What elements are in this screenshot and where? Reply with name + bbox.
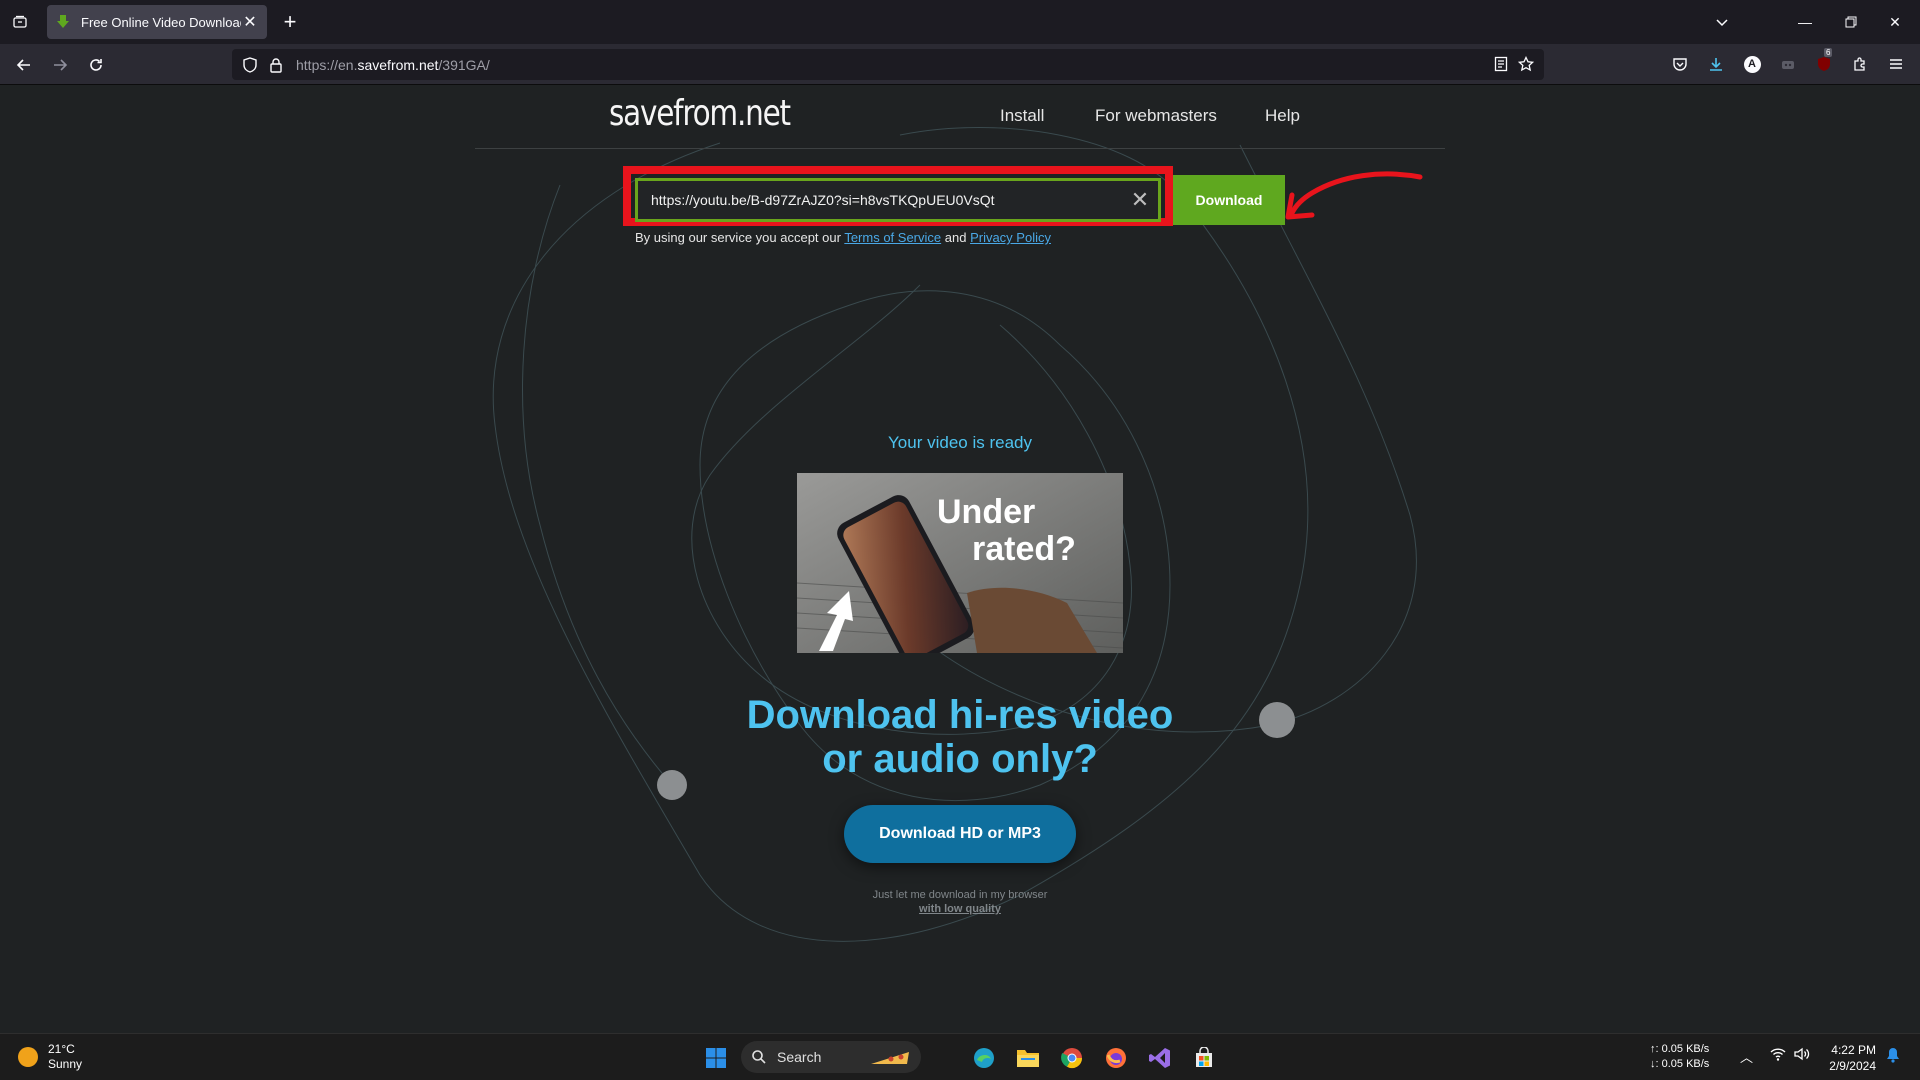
thumb-text-line2: rated? [972, 530, 1076, 568]
terms-of-service-link[interactable]: Terms of Service [844, 230, 941, 245]
sun-icon [18, 1047, 38, 1067]
address-bar[interactable]: https://en.savefrom.net/391GA/ [232, 49, 1544, 80]
download-speed: ↓: 0.05 KB/s [1650, 1058, 1710, 1070]
tab-close-icon[interactable]: ✕ [241, 12, 259, 32]
bookmark-star-icon[interactable] [1516, 54, 1536, 74]
tos-prefix: By using our service you accept our [635, 230, 845, 245]
clock-time: 4:22 PM [1831, 1043, 1876, 1057]
page-content: savefrom.net Install For webmasters Help… [0, 85, 1920, 1033]
download-button[interactable]: Download [1173, 175, 1285, 225]
close-window-icon[interactable]: ✕ [1880, 8, 1910, 36]
firefox-icon[interactable] [1104, 1046, 1128, 1070]
url-text[interactable]: https://en.savefrom.net/391GA/ [296, 57, 490, 73]
tab-title: Free Online Video Downloader [81, 14, 241, 30]
taskbar-search[interactable]: Search [741, 1041, 921, 1073]
video-ready-text: Your video is ready [888, 433, 1032, 452]
weather-condition: Sunny [48, 1057, 83, 1071]
video-thumbnail[interactable]: Under rated? [797, 473, 1123, 653]
chrome-icon[interactable] [1060, 1046, 1084, 1070]
low-quality-link[interactable]: with low quality [0, 902, 1920, 916]
search-icon [752, 1050, 766, 1064]
ublock-badge: 6 [1824, 48, 1833, 57]
clock-date: 2/9/2024 [1829, 1059, 1876, 1073]
headline-line2: or audio only? [822, 737, 1098, 781]
search-placeholder: Search [777, 1049, 822, 1065]
menu-help[interactable]: Help [1265, 106, 1300, 126]
menu-install[interactable]: Install [1000, 106, 1044, 126]
video-url-input[interactable] [638, 192, 1122, 208]
restore-icon[interactable] [1836, 8, 1866, 36]
browser-nav-bar: https://en.savefrom.net/391GA/ [0, 44, 1920, 85]
file-explorer-icon[interactable] [1016, 1046, 1040, 1070]
wifi-icon[interactable] [1770, 1047, 1786, 1064]
site-header: savefrom.net Install For webmasters Help [475, 85, 1445, 149]
microsoft-store-icon[interactable] [1192, 1046, 1216, 1070]
network-speed: ↑: 0.05 KB/s ↓: 0.05 KB/s [1650, 1042, 1709, 1072]
headline-line1: Download hi-res video [746, 693, 1174, 737]
tab-list-icon[interactable] [8, 10, 32, 34]
account-icon[interactable]: A [1740, 52, 1764, 76]
weather-widget[interactable]: 21°C Sunny [18, 1042, 82, 1072]
tos-and: and [941, 230, 971, 245]
url-input-highlight: ✕ [623, 166, 1173, 226]
back-icon[interactable] [11, 52, 37, 78]
chevron-up-icon[interactable]: ︿ [1740, 1047, 1753, 1066]
chevron-down-icon[interactable] [1710, 10, 1734, 34]
forward-icon[interactable] [47, 52, 73, 78]
weather-temperature: 21°C [48, 1042, 75, 1056]
pocket-icon[interactable] [1668, 52, 1692, 76]
upload-speed: ↑: 0.05 KB/s [1650, 1043, 1710, 1055]
url-host: savefrom.net [357, 56, 439, 73]
visual-studio-icon[interactable] [1148, 1046, 1172, 1070]
thumb-text-line1: Under [937, 493, 1035, 531]
terms-notice: By using our service you accept our Term… [635, 230, 1051, 245]
download-hd-mp3-button[interactable]: Download HD or MP3 [844, 805, 1076, 863]
privacy-policy-link[interactable]: Privacy Policy [970, 230, 1051, 245]
windows-start-icon[interactable] [704, 1046, 728, 1070]
browser-tab-bar: Free Online Video Downloader ✕ + — ✕ [0, 0, 1920, 44]
site-logo[interactable]: savefrom.net [609, 93, 791, 134]
url-input-box: ✕ [635, 178, 1161, 222]
low-quality-text: Just let me download in my browser [872, 889, 1048, 901]
url-path: /391GA/ [438, 56, 490, 73]
windows-taskbar: 21°C Sunny Search ↑: 0.05 KB/s ↓: 0.05 K… [0, 1033, 1920, 1080]
system-clock[interactable]: 4:22 PM 2/9/2024 [1822, 1042, 1876, 1074]
ublock-icon[interactable]: 6 [1812, 48, 1836, 76]
extension-robot-icon[interactable] [1776, 52, 1800, 76]
reader-view-icon[interactable] [1491, 54, 1511, 74]
clear-input-icon[interactable]: ✕ [1122, 182, 1158, 218]
reload-icon[interactable] [83, 52, 109, 78]
notification-bell-icon[interactable] [1886, 1047, 1900, 1066]
menu-for-webmasters[interactable]: For webmasters [1095, 106, 1217, 126]
new-tab-icon[interactable]: + [278, 9, 302, 34]
lock-icon[interactable] [268, 57, 284, 73]
shield-icon[interactable] [240, 56, 260, 73]
downloads-icon[interactable] [1704, 52, 1728, 76]
pizza-icon [871, 1052, 909, 1064]
extensions-puzzle-icon[interactable] [1848, 52, 1872, 76]
low-quality-note: Just let me download in my browser with … [0, 888, 1920, 916]
tab-savefrom[interactable]: Free Online Video Downloader ✕ [47, 5, 267, 39]
promo-headline: Download hi-res video or audio only? [0, 693, 1920, 781]
edge-icon[interactable] [972, 1046, 996, 1070]
red-arrow-annotation [1285, 171, 1423, 220]
minimize-icon[interactable]: — [1790, 8, 1820, 36]
url-prefix: https://en. [296, 56, 358, 73]
volume-icon[interactable] [1794, 1047, 1810, 1064]
savefrom-favicon-icon [57, 15, 69, 28]
hamburger-menu-icon[interactable] [1884, 52, 1908, 76]
